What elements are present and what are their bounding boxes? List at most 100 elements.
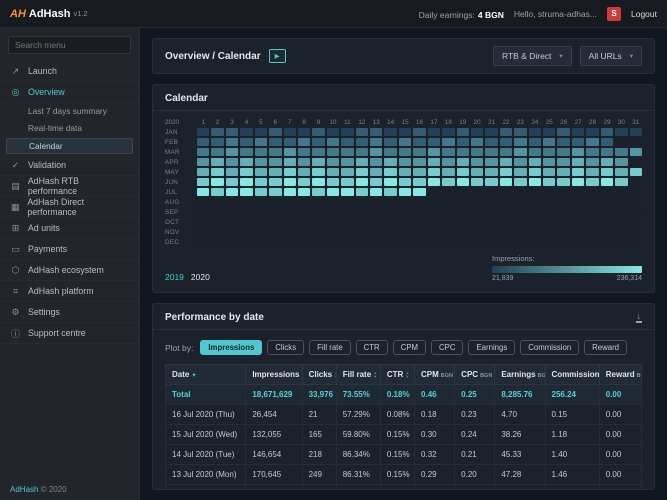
chip-ctr[interactable]: CTR (356, 340, 388, 355)
calendar-cell (384, 168, 396, 176)
col-header-fill-rate[interactable]: Fill rate▴▾ (336, 365, 380, 385)
col-header-date[interactable]: Date▾ (166, 365, 246, 385)
calendar-cell (284, 208, 296, 216)
col-header-clicks[interactable]: Clicks▴▾ (302, 365, 336, 385)
settings-icon: ⚙ (10, 307, 21, 318)
filter-urls[interactable]: All URLs ▾ (580, 46, 642, 66)
sidebar-item-adhash-platform[interactable]: ⌗AdHash platform (0, 281, 139, 302)
col-header-commission[interactable]: CommissionBGN▴▾ (545, 365, 599, 385)
calendar-day-header: 27 (572, 119, 584, 126)
calendar-cell (197, 168, 209, 176)
avatar[interactable]: S (607, 7, 621, 21)
sidebar-subitem-last-7-days-summary[interactable]: Last 7 days summary (0, 103, 139, 120)
sidebar-item-overview[interactable]: ◎Overview (0, 82, 139, 103)
chip-reward[interactable]: Reward (584, 340, 627, 355)
calendar-cell (312, 208, 324, 216)
chip-impressions[interactable]: Impressions (200, 340, 262, 355)
calendar-cell (572, 178, 584, 186)
calendar-cell (240, 208, 252, 216)
sidebar-item-adhash-ecosystem[interactable]: ⬡AdHash ecosystem (0, 260, 139, 281)
play-button[interactable]: ▶ (269, 49, 286, 63)
table-cell: 1.40 (545, 445, 599, 465)
sidebar-subitem-calendar[interactable]: Calendar (6, 138, 133, 154)
calendar-cell (457, 128, 469, 136)
year-2020-link[interactable]: 2020 (191, 272, 210, 282)
year-2019-link[interactable]: 2019 (165, 272, 184, 282)
sidebar-subitem-real-time-data[interactable]: Real-time data (0, 120, 139, 137)
calendar-cell (442, 178, 454, 186)
chip-clicks[interactable]: Clicks (267, 340, 304, 355)
chevron-down-icon: ▾ (630, 52, 633, 60)
calendar-cell (543, 218, 555, 226)
sidebar-item-adhash-rtb-performance[interactable]: ▤AdHash RTB performance (0, 176, 139, 197)
calendar-day-header: 19 (457, 119, 469, 126)
logout-button[interactable]: Logout (631, 9, 657, 19)
chip-cpc[interactable]: CPC (431, 340, 463, 355)
col-header-ctr[interactable]: CTR▴▾ (380, 365, 414, 385)
col-header-cpm[interactable]: CPMBGN▴▾ (415, 365, 455, 385)
sidebar-item-launch[interactable]: ↗Launch (0, 61, 139, 82)
calendar-cell (630, 138, 642, 146)
chip-fill-rate[interactable]: Fill rate (309, 340, 351, 355)
table-cell: 187 (302, 485, 336, 491)
calendar-cell (413, 128, 425, 136)
col-label: Date (172, 370, 189, 379)
calendar-cell (471, 238, 483, 246)
legend-label: Impressions: (492, 254, 642, 263)
col-label: Clicks (309, 370, 333, 379)
legend-max: 236,314 (617, 275, 642, 282)
calendar-month-label: AUG (165, 199, 195, 206)
sort-icon: ▴▾ (406, 371, 408, 378)
calendar-cell (529, 148, 541, 156)
calendar-cell (255, 148, 267, 156)
calendar-cell (269, 198, 281, 206)
calendar-cell (255, 188, 267, 196)
filter-rtb-direct-value: RTB & Direct (502, 51, 551, 61)
calendar-cell (284, 138, 296, 146)
calendar-cell (485, 128, 497, 136)
col-header-earnings[interactable]: EarningsBGN▴▾ (495, 365, 545, 385)
filter-rtb-direct[interactable]: RTB & Direct ▾ (493, 46, 572, 66)
calendar-cell (514, 218, 526, 226)
calendar-cell (457, 188, 469, 196)
calendar-cell (298, 168, 310, 176)
col-header-cpc[interactable]: CPCBGN▴▾ (455, 365, 495, 385)
sidebar-item-ad-units[interactable]: ⊞Ad units (0, 218, 139, 239)
search-input[interactable] (8, 36, 131, 54)
calendar-cell (341, 158, 353, 166)
calendar-cell (630, 198, 642, 206)
sidebar-item-payments[interactable]: ▭Payments (0, 239, 139, 260)
table-cell: 8,285.76 (495, 385, 545, 405)
calendar-cell (586, 138, 598, 146)
calendar-cell (457, 208, 469, 216)
calendar-cell (384, 148, 396, 156)
calendar-cell (557, 228, 569, 236)
table-cell: 170,645 (246, 465, 302, 485)
calendar-cell (529, 168, 541, 176)
calendar-cell (298, 198, 310, 206)
sidebar-item-adhash-direct-performance[interactable]: ▦AdHash Direct performance (0, 197, 139, 218)
calendar-cell (240, 228, 252, 236)
sidebar-item-settings[interactable]: ⚙Settings (0, 302, 139, 323)
col-header-impressions[interactable]: Impressions▴▾ (246, 365, 302, 385)
col-header-reward[interactable]: RewardBGN▴▾ (599, 365, 641, 385)
calendar-cell (500, 238, 512, 246)
sidebar-item-validation[interactable]: ✓Validation (0, 155, 139, 176)
table-cell: 0.46 (415, 385, 455, 405)
chip-commission[interactable]: Commission (520, 340, 579, 355)
sidebar-item-support-centre[interactable]: ⓘSupport centre (0, 323, 139, 344)
chip-earnings[interactable]: Earnings (468, 340, 515, 355)
download-icon[interactable]: ↓ (636, 312, 643, 323)
calendar-cell (543, 168, 555, 176)
table-cell: 12 Jul 2020 (Sun) (166, 485, 246, 491)
calendar-cell (630, 168, 642, 176)
calendar-cell (500, 208, 512, 216)
calendar-cell (586, 178, 598, 186)
calendar-cell (341, 148, 353, 156)
chip-cpm[interactable]: CPM (393, 340, 426, 355)
calendar-cell (356, 238, 368, 246)
calendar-cell (197, 218, 209, 226)
impressions-legend: Impressions: 21,839 236,314 (492, 254, 642, 282)
calendar-day-header: 23 (514, 119, 526, 126)
calendar-cell (284, 238, 296, 246)
